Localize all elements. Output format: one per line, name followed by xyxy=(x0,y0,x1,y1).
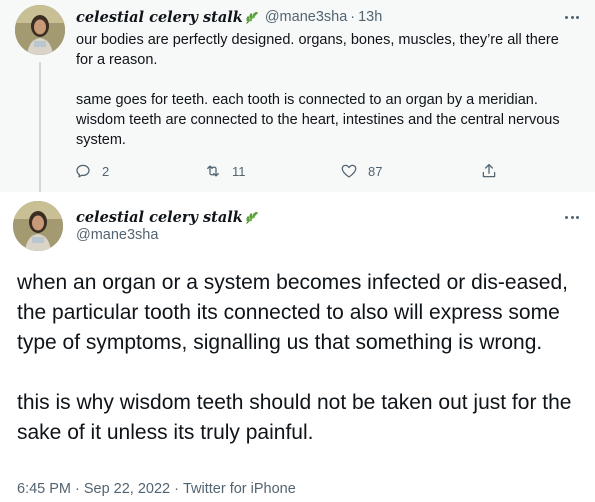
like-button[interactable]: 87 xyxy=(340,157,382,185)
separator-dot: · xyxy=(75,481,80,497)
tweet-thread: celestial celery stalk @mane3sha · 13h o… xyxy=(0,0,595,502)
separator-dot: · xyxy=(174,481,179,497)
tweet-text: when an organ or a system becomes infect… xyxy=(17,268,582,448)
reply-count: 2 xyxy=(102,163,110,179)
handle[interactable]: @mane3sha xyxy=(76,227,158,243)
handle[interactable]: @mane3sha xyxy=(265,9,347,25)
tweet-paragraph: same goes for teeth. each tooth is conne… xyxy=(76,92,560,148)
tweet-time[interactable]: 6:45 PM xyxy=(17,481,71,497)
tweet-paragraph: our bodies are perfectly designed. organ… xyxy=(76,32,559,68)
herb-leaf-icon xyxy=(244,209,261,226)
tweet-text: our bodies are perfectly designed. organ… xyxy=(76,30,576,150)
main-tweet-header: celestial celery stalk xyxy=(76,207,261,227)
reply-icon xyxy=(76,164,90,178)
tweet-paragraph: this is why wisdom teeth should not be t… xyxy=(17,391,572,444)
share-button[interactable] xyxy=(480,157,498,185)
avatar-image xyxy=(15,5,65,55)
retweet-count: 11 xyxy=(232,163,246,179)
tweet-actions: 2 11 87 xyxy=(74,157,504,185)
display-name[interactable]: celestial celery stalk xyxy=(76,9,243,26)
parent-tweet-header: celestial celery stalk @mane3sha · 13h xyxy=(76,7,382,27)
retweet-button[interactable]: 11 xyxy=(204,157,246,185)
share-icon xyxy=(482,163,496,178)
tweet-meta: 6:45 PM · Sep 22, 2022 · Twitter for iPh… xyxy=(17,479,296,499)
like-count: 87 xyxy=(368,163,383,179)
display-name[interactable]: celestial celery stalk xyxy=(76,209,243,226)
reply-button[interactable]: 2 xyxy=(74,157,109,185)
timestamp[interactable]: 13h xyxy=(358,9,382,25)
avatar[interactable] xyxy=(13,201,63,251)
retweet-icon xyxy=(207,165,219,177)
avatar-image xyxy=(13,201,63,251)
herb-leaf-icon xyxy=(244,9,261,26)
tweet-paragraph: when an organ or a system becomes infect… xyxy=(17,271,568,354)
parent-tweet[interactable]: celestial celery stalk @mane3sha · 13h o… xyxy=(0,0,595,192)
separator-dot: · xyxy=(350,9,356,25)
thread-connector-line xyxy=(39,62,41,192)
tweet-date[interactable]: Sep 22, 2022 xyxy=(84,481,170,497)
tweet-source: Twitter for iPhone xyxy=(182,481,296,497)
more-options-icon[interactable] xyxy=(562,210,582,224)
more-options-icon[interactable] xyxy=(562,10,582,24)
heart-icon xyxy=(341,164,357,178)
avatar[interactable] xyxy=(15,5,65,55)
